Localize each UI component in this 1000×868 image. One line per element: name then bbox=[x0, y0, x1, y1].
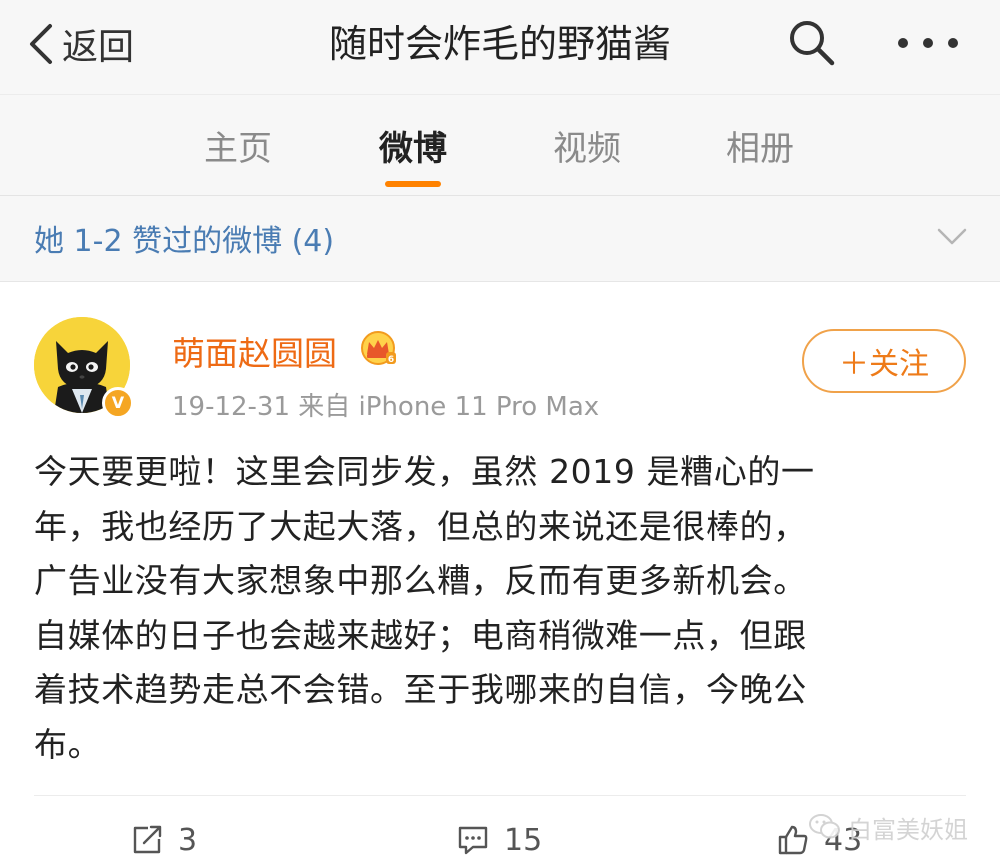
profile-tabs: 主页 微博 视频 相册 bbox=[0, 94, 1000, 196]
chevron-down-icon bbox=[937, 228, 967, 245]
content-line: 自媒体的日子也会越来越好；电商稍微难一点，但跟 bbox=[34, 615, 807, 655]
page-title: 随时会炸毛的野猫酱 bbox=[328, 22, 671, 66]
back-label: 返回 bbox=[62, 27, 135, 68]
comment-icon bbox=[458, 826, 488, 855]
thumbs-up-icon bbox=[778, 825, 808, 855]
author-name[interactable]: 萌面赵圆圆 bbox=[172, 327, 337, 375]
watermark: 白富美妖姐 bbox=[808, 809, 968, 845]
comment-count: 15 bbox=[504, 822, 543, 858]
liked-posts-banner[interactable]: 她 1-2 赞过的微博 (4) bbox=[0, 196, 1000, 282]
tab-weibo[interactable]: 微博 bbox=[353, 121, 473, 170]
post-meta: 19-12-31 来自 iPhone 11 Pro Max bbox=[172, 392, 600, 422]
content-line: 布。 bbox=[34, 724, 102, 764]
search-icon[interactable] bbox=[787, 18, 837, 68]
post-content: 今天要更啦！这里会同步发，虽然 2019 是糟心的一 年，我也经历了大起大落，但… bbox=[34, 445, 964, 772]
active-tab-indicator bbox=[385, 181, 441, 187]
tab-home[interactable]: 主页 bbox=[178, 121, 298, 170]
liked-posts-label: 她 1-2 赞过的微博 (4) bbox=[34, 224, 335, 259]
comment-button[interactable]: 15 bbox=[456, 820, 542, 860]
watermark-text: 白富美妖姐 bbox=[848, 815, 968, 844]
wechat-icon bbox=[809, 814, 840, 839]
weibo-post: V 萌面赵圆圆 6 19-12-31 来自 iPhone 11 Pro Max … bbox=[0, 283, 1000, 868]
repost-icon bbox=[133, 825, 162, 854]
svg-text:6: 6 bbox=[388, 355, 394, 365]
more-dots-icon[interactable] bbox=[895, 28, 961, 58]
content-line: 广告业没有大家想象中那么糟，反而有更多新机会。 bbox=[34, 561, 807, 600]
content-line: 今天要更啦！这里会同步发，虽然 2019 是糟心的一 bbox=[34, 452, 815, 491]
content-line: 年，我也经历了大起大落，但总的来说还是很棒的， bbox=[34, 506, 807, 546]
follow-button[interactable]: ＋关注 bbox=[802, 329, 966, 393]
repost-button[interactable]: 3 bbox=[130, 820, 197, 860]
divider bbox=[34, 795, 966, 796]
verified-v-icon: V bbox=[102, 387, 134, 419]
chevron-left-icon bbox=[30, 24, 52, 64]
tab-album[interactable]: 相册 bbox=[700, 121, 820, 170]
tab-video[interactable]: 视频 bbox=[527, 121, 647, 170]
repost-count: 3 bbox=[178, 822, 198, 858]
crown-icon: 6 bbox=[361, 331, 396, 365]
top-nav-bar: 返回 随时会炸毛的野猫酱 bbox=[0, 0, 1000, 94]
back-button[interactable]: 返回 bbox=[26, 18, 134, 70]
content-line: 着技术趋势走总不会错。至于我哪来的自信，今晚公 bbox=[34, 670, 807, 709]
